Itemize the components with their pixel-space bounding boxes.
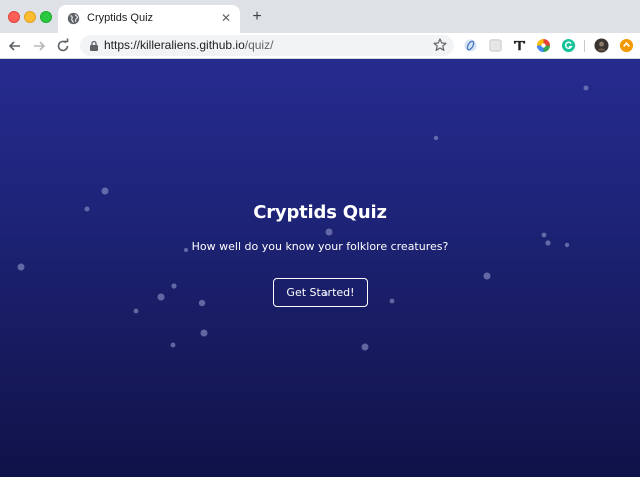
globe-icon [67, 12, 80, 25]
page-title: Cryptids Quiz [253, 202, 387, 223]
url-host: https://killeraliens.github.io [104, 38, 245, 52]
back-arrow-icon[interactable] [6, 37, 24, 55]
toolbar-divider [584, 40, 585, 52]
color-wheel-extension-icon[interactable] [536, 38, 551, 53]
square-extension-icon[interactable] [488, 38, 503, 53]
reload-icon[interactable] [54, 37, 72, 55]
ring-extension-icon[interactable] [463, 38, 478, 53]
tab-title: Cryptids Quiz [87, 12, 154, 24]
forward-arrow-icon[interactable] [30, 37, 48, 55]
url-text[interactable]: https://killeraliens.github.io/quiz/ [104, 38, 273, 53]
text-extension-icon[interactable] [512, 38, 527, 53]
maximize-window-button[interactable] [40, 11, 52, 23]
new-tab-button[interactable]: + [248, 8, 266, 26]
browser-toolbar: https://killeraliens.github.io/quiz/ [0, 33, 640, 59]
browser-tab[interactable]: Cryptids Quiz ✕ [58, 5, 240, 33]
profile-avatar[interactable] [594, 38, 609, 53]
lock-icon [90, 40, 98, 51]
grammarly-icon[interactable] [561, 38, 576, 53]
page-subtitle: How well do you know your folklore creat… [191, 240, 449, 253]
update-icon[interactable] [619, 38, 634, 53]
quiz-landing-page: Cryptids Quiz How well do you know your … [0, 59, 640, 477]
close-window-button[interactable] [8, 11, 20, 23]
close-tab-icon[interactable]: ✕ [218, 10, 234, 26]
minimize-window-button[interactable] [24, 11, 36, 23]
bookmark-star-icon[interactable] [432, 37, 448, 53]
url-path: /quiz/ [244, 38, 274, 52]
address-bar[interactable]: https://killeraliens.github.io/quiz/ [80, 35, 454, 56]
tab-strip: Cryptids Quiz ✕ + [0, 0, 640, 33]
get-started-button[interactable]: Get Started! [273, 278, 368, 307]
particle-background [17, 85, 589, 351]
